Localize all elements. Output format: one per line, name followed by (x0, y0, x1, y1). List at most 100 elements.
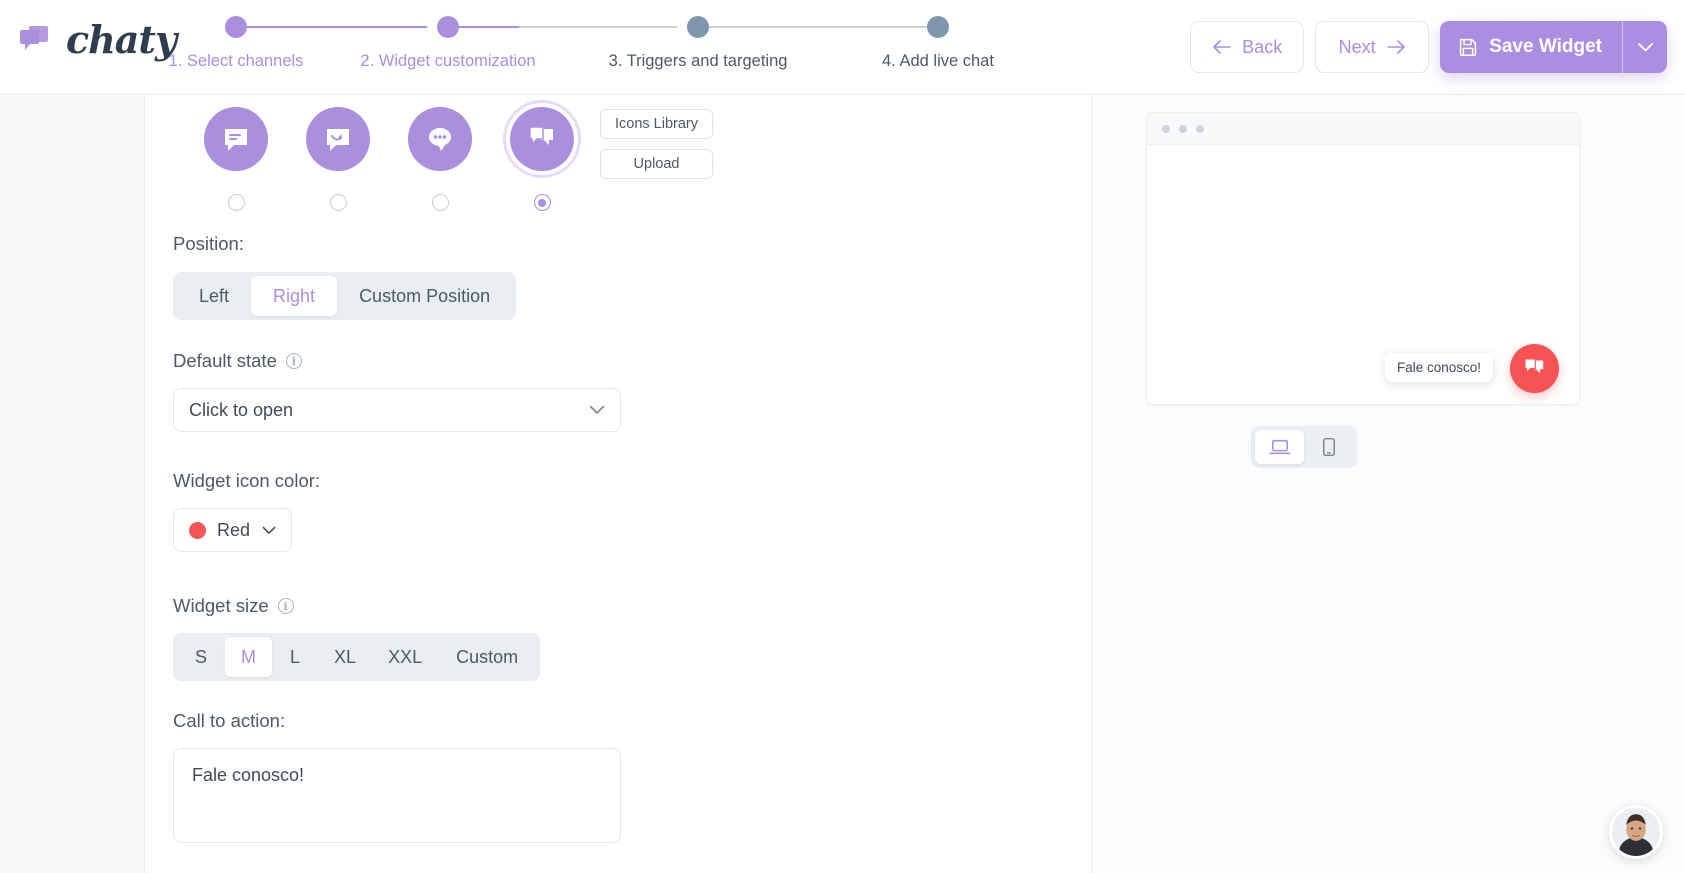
call-to-action-input[interactable]: Fale conosco! (173, 748, 621, 843)
chat-bubbles-stacked-icon (525, 122, 559, 156)
support-agent-avatar[interactable] (1609, 805, 1663, 859)
icon-option-1-button[interactable] (200, 103, 272, 175)
widget-size-label: Widget size i (173, 595, 540, 617)
icon-option-4[interactable] (491, 103, 593, 211)
app-header: chaty 1. Select channels 2. Widget custo… (0, 0, 1685, 95)
stepper-dot-2 (437, 16, 459, 38)
default-state-label-text: Default state (173, 350, 277, 372)
info-circle-icon[interactable]: i (278, 598, 294, 614)
position-option-right[interactable]: Right (251, 276, 337, 316)
arrow-right-icon (1387, 40, 1406, 54)
widget-icon-picker (185, 103, 593, 211)
browser-dot-1 (1162, 125, 1170, 133)
icon-option-1-circle (204, 107, 268, 171)
device-toggle-desktop[interactable] (1255, 430, 1304, 464)
call-to-action-field: Call to action: Fale conosco! (173, 710, 621, 843)
icon-option-4-button[interactable] (506, 103, 578, 175)
chat-bubble-dots-icon (424, 123, 456, 155)
icons-library-button[interactable]: Icons Library (600, 109, 713, 139)
default-state-label: Default state i (173, 350, 621, 372)
save-widget-dropdown-button[interactable] (1623, 21, 1667, 73)
wizard-stepper: 1. Select channels 2. Widget customizati… (195, 16, 1085, 81)
call-to-action-label: Call to action: (173, 710, 621, 732)
widget-icon-color-field: Widget icon color: Red (173, 470, 320, 552)
icon-option-1-radio[interactable] (228, 194, 245, 211)
stepper-label-4: 4. Add live chat (882, 52, 994, 71)
header-actions: Back Next Save Widget (1190, 21, 1667, 73)
chat-bubbles-stacked-icon (1521, 355, 1548, 382)
preview-chat-widget-button[interactable] (1510, 344, 1559, 393)
browser-canvas: Fale conosco! (1147, 145, 1579, 405)
widget-size-option-xxl[interactable]: XXL (372, 637, 438, 677)
icon-option-2-button[interactable] (302, 103, 374, 175)
icon-option-3-radio[interactable] (432, 194, 449, 211)
save-widget-button[interactable]: Save Widget (1440, 21, 1622, 73)
widget-size-option-custom[interactable]: Custom (438, 637, 536, 677)
default-state-value: Click to open (189, 400, 293, 421)
save-widget-button-group: Save Widget (1440, 21, 1667, 73)
stepper-step-1[interactable]: 1. Select channels (136, 16, 336, 71)
widget-size-option-m[interactable]: M (225, 637, 272, 677)
icon-option-2-circle (306, 107, 370, 171)
widget-icon-color-select[interactable]: Red (173, 508, 292, 552)
mobile-phone-icon (1322, 437, 1336, 457)
back-button[interactable]: Back (1190, 21, 1304, 73)
icon-option-3[interactable] (389, 103, 491, 211)
position-option-left[interactable]: Left (177, 276, 251, 316)
back-button-label: Back (1242, 37, 1282, 58)
icon-option-3-button[interactable] (404, 103, 476, 175)
widget-size-option-s[interactable]: S (177, 637, 225, 677)
device-preview-toggle (1251, 426, 1357, 468)
widget-size-segmented-control: S M L XL XXL Custom (173, 633, 540, 681)
call-to-action-label-text: Call to action: (173, 710, 285, 732)
stepper-step-4[interactable]: 4. Add live chat (838, 16, 1038, 71)
default-state-select[interactable]: Click to open (173, 388, 621, 432)
stepper-dot-3 (687, 16, 709, 38)
widget-size-option-xl[interactable]: XL (318, 637, 372, 677)
laptop-icon (1269, 438, 1291, 456)
stepper-label-1: 1. Select channels (169, 52, 304, 71)
stepper-dot-4 (927, 16, 949, 38)
chevron-down-icon (589, 405, 605, 415)
preview-cta-bubble: Fale conosco! (1385, 353, 1493, 382)
position-segmented-control: Left Right Custom Position (173, 272, 516, 320)
chevron-down-icon (1637, 42, 1654, 53)
widget-size-field: Widget size i S M L XL XXL Custom (173, 595, 540, 681)
stepper-step-3[interactable]: 3. Triggers and targeting (598, 16, 798, 71)
widget-icon-color-label-text: Widget icon color: (173, 470, 320, 492)
arrow-left-icon (1212, 40, 1231, 54)
widget-customization-form: Icons Library Upload Position: Left Righ… (145, 95, 1092, 873)
icon-option-3-circle (408, 107, 472, 171)
browser-dot-2 (1179, 125, 1187, 133)
position-label: Position: (173, 233, 516, 255)
stepper-label-3: 3. Triggers and targeting (609, 52, 788, 71)
widget-icon-color-label: Widget icon color: (173, 470, 320, 492)
next-button-label: Next (1339, 37, 1376, 58)
icon-option-1[interactable] (185, 103, 287, 211)
chat-bubbles-logo-icon (18, 20, 58, 60)
chat-bubble-smile-icon (322, 123, 354, 155)
info-circle-icon[interactable]: i (286, 353, 302, 369)
device-toggle-mobile[interactable] (1304, 430, 1353, 464)
next-button[interactable]: Next (1315, 21, 1429, 73)
chat-bubble-lines-icon (220, 123, 252, 155)
position-field: Position: Left Right Custom Position (173, 233, 516, 320)
icon-option-4-radio[interactable] (534, 194, 551, 211)
upload-icon-button[interactable]: Upload (600, 149, 713, 179)
position-label-text: Position: (173, 233, 244, 255)
icon-option-2[interactable] (287, 103, 389, 211)
widget-size-option-l[interactable]: L (272, 637, 318, 677)
support-agent-avatar-image (1612, 808, 1660, 856)
browser-dot-3 (1196, 125, 1204, 133)
icon-option-2-radio[interactable] (330, 194, 347, 211)
save-widget-label: Save Widget (1489, 36, 1602, 58)
widget-preview-pane: Fale conosco! (1092, 95, 1685, 873)
position-option-custom[interactable]: Custom Position (337, 276, 512, 316)
page-body: Icons Library Upload Position: Left Righ… (0, 95, 1685, 873)
stepper-step-2[interactable]: 2. Widget customization (348, 16, 548, 71)
widget-size-label-text: Widget size (173, 595, 269, 617)
stepper-label-2: 2. Widget customization (360, 52, 535, 71)
browser-preview-frame: Fale conosco! (1146, 112, 1580, 405)
color-swatch-icon (189, 522, 206, 539)
call-to-action-value: Fale conosco! (192, 765, 304, 785)
